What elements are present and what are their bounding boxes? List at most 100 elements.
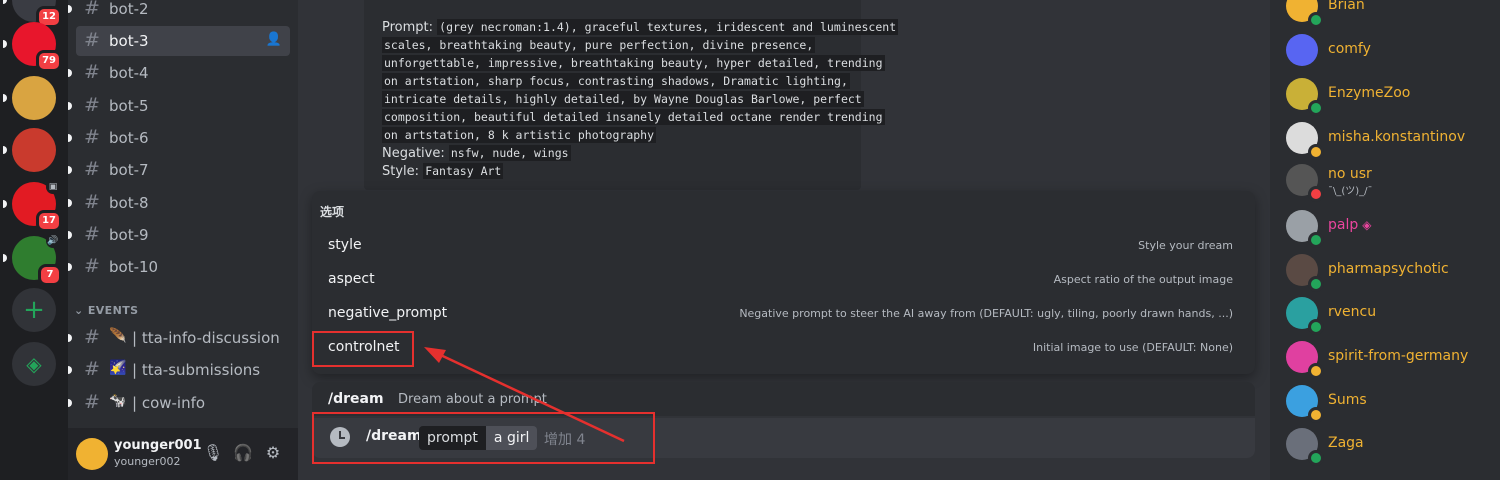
member-no-usr[interactable]: no usr ¯\_(ツ)_/¯ bbox=[1278, 160, 1492, 202]
channel-tta-submissions[interactable]: # 🌠 | tta-submissions bbox=[68, 355, 290, 385]
bot-embed: Prompt: (grey necroman:1.4), graceful te… bbox=[364, 0, 899, 190]
unread-indicator bbox=[68, 134, 72, 142]
channel-name: | tta-submissions bbox=[132, 361, 261, 379]
option-aspect[interactable]: aspect Aspect ratio of the output image bbox=[312, 263, 1255, 297]
mention-badge: 17 bbox=[36, 210, 62, 232]
plus-icon: + bbox=[23, 295, 45, 325]
channel-bot-6[interactable]: # bot-6 bbox=[68, 123, 290, 153]
channel-bot-5[interactable]: # bot-5 bbox=[68, 91, 290, 121]
channel-tta-info-discussion[interactable]: # 🪶 | tta-info-discussion bbox=[68, 323, 290, 353]
status-online-indicator bbox=[1308, 276, 1324, 292]
channel-cow-info[interactable]: # 🐄 | cow-info bbox=[68, 388, 290, 418]
server-icon-2[interactable]: 79 bbox=[3, 22, 62, 72]
unread-indicator bbox=[68, 102, 72, 110]
member-zaga[interactable]: Zaga bbox=[1278, 424, 1492, 466]
add-server-button[interactable]: + bbox=[12, 288, 56, 332]
hash-icon: # bbox=[84, 326, 100, 348]
server-unread-pip bbox=[3, 254, 7, 262]
style-label: Style: bbox=[382, 164, 420, 179]
server-unread-pip bbox=[3, 0, 7, 4]
option-negative-prompt[interactable]: negative_prompt Negative prompt to steer… bbox=[312, 297, 1255, 331]
member-spirit-from-germany[interactable]: spirit-from-germany bbox=[1278, 337, 1492, 379]
member-name: pharmapsychotic bbox=[1328, 261, 1449, 277]
negative-line: Negative: nsfw, nude, wings bbox=[382, 145, 571, 161]
member-name: no usr bbox=[1328, 166, 1372, 182]
prompt-line: unforgettable, impressive, breathtaking … bbox=[382, 55, 885, 71]
channel-bot-2[interactable]: # bot-2 bbox=[68, 0, 290, 24]
chevron-down-icon: ⌄ bbox=[74, 304, 84, 317]
category-events[interactable]: ⌄ EVENTS bbox=[74, 304, 138, 317]
member-sums[interactable]: Sums bbox=[1278, 381, 1492, 423]
command-name: /dream bbox=[328, 391, 384, 407]
message-input[interactable]: /dream prompt a girl 增加 4 bbox=[312, 412, 1255, 464]
member-name-text: palp bbox=[1328, 217, 1359, 233]
compass-icon: ◈ bbox=[26, 352, 42, 376]
status-online-indicator bbox=[1308, 319, 1324, 335]
channel-sidebar: # bot-2 # bot-3 👤 # bot-4 # bot-5 # bot-… bbox=[68, 0, 298, 480]
option-style[interactable]: style Style your dream bbox=[312, 229, 1255, 263]
server-icon-5[interactable]: ▣ 17 bbox=[3, 180, 62, 232]
server-icon-1[interactable]: 12 bbox=[3, 0, 62, 28]
status-online-indicator bbox=[1308, 100, 1324, 116]
member-palp[interactable]: palp ◈ bbox=[1278, 206, 1492, 248]
prompt-text: unforgettable, impressive, breathtaking … bbox=[382, 55, 885, 71]
member-name: EnzymeZoo bbox=[1328, 85, 1411, 101]
invite-user-icon[interactable]: 👤 bbox=[266, 32, 282, 47]
mention-badge: 7 bbox=[38, 264, 62, 286]
channel-bot-10[interactable]: # bot-10 bbox=[68, 252, 290, 282]
member-name: Zaga bbox=[1328, 435, 1364, 451]
status-online-indicator bbox=[1308, 450, 1324, 466]
unread-indicator bbox=[68, 334, 72, 342]
member-name: comfy bbox=[1328, 41, 1371, 57]
unread-indicator bbox=[68, 231, 72, 239]
user-tag: younger002 bbox=[114, 455, 181, 468]
prompt-text: on artstation, 8 k artistic photography bbox=[382, 127, 657, 143]
member-pharmapsychotic[interactable]: pharmapsychotic bbox=[1278, 250, 1492, 292]
annotation-highlight-box bbox=[312, 331, 414, 367]
style-text: Fantasy Art bbox=[423, 163, 504, 179]
channel-bot-9[interactable]: # bot-9 bbox=[68, 220, 290, 250]
member-comfy[interactable]: comfy bbox=[1278, 30, 1492, 72]
prompt-line: intricate details, highly detailed, by W… bbox=[382, 91, 864, 107]
command-hint[interactable]: /dream Dream about a prompt bbox=[312, 382, 1255, 416]
hash-icon: # bbox=[84, 126, 100, 148]
member-brian[interactable]: Brian bbox=[1278, 0, 1492, 28]
option-description: Style your dream bbox=[1138, 239, 1233, 252]
channel-bot-7[interactable]: # bot-7 bbox=[68, 155, 290, 185]
prompt-line: on artstation, sharp focus, contrasting … bbox=[382, 73, 850, 89]
prompt-text: intricate details, highly detailed, by W… bbox=[382, 91, 864, 107]
member-list: Brian comfy EnzymeZoo misha.konstantinov… bbox=[1270, 0, 1500, 480]
channel-bot-3[interactable]: # bot-3 👤 bbox=[76, 26, 290, 56]
prompt-line: on artstation, 8 k artistic photography bbox=[382, 127, 657, 143]
annotation-highlight-box bbox=[312, 412, 655, 464]
prompt-text: scales, breathtaking beauty, pure perfec… bbox=[382, 37, 816, 53]
prompt-line: Prompt: (grey necroman:1.4), graceful te… bbox=[382, 19, 899, 35]
member-misha-konstantinov[interactable]: misha.konstantinov bbox=[1278, 118, 1492, 160]
channel-bot-8[interactable]: # bot-8 bbox=[68, 188, 290, 218]
prompt-label: Prompt: bbox=[382, 20, 434, 35]
gear-icon[interactable]: ⚙ bbox=[262, 442, 284, 464]
hash-icon: # bbox=[84, 223, 100, 245]
unread-indicator bbox=[68, 399, 72, 407]
status-idle-indicator bbox=[1308, 407, 1324, 423]
avatar bbox=[1286, 34, 1318, 66]
channel-bot-4[interactable]: # bot-4 bbox=[68, 58, 290, 88]
server-icon-6[interactable]: 🔊 7 bbox=[3, 234, 62, 286]
avatar[interactable] bbox=[76, 438, 108, 470]
status-dnd-indicator bbox=[1308, 186, 1324, 202]
unread-indicator bbox=[68, 366, 72, 374]
command-description: Dream about a prompt bbox=[398, 392, 547, 407]
explore-servers-button[interactable]: ◈ bbox=[12, 342, 56, 386]
option-controlnet[interactable]: controlnet Initial image to use (DEFAULT… bbox=[312, 331, 1255, 365]
unread-indicator bbox=[68, 166, 72, 174]
option-description: Aspect ratio of the output image bbox=[1053, 273, 1233, 286]
prompt-text: on artstation, sharp focus, contrasting … bbox=[382, 73, 850, 89]
member-rvencu[interactable]: rvencu bbox=[1278, 293, 1492, 335]
channel-name: bot-8 bbox=[109, 194, 149, 212]
microphone-icon[interactable]: 🎙 bbox=[202, 442, 224, 464]
server-icon-4[interactable] bbox=[3, 128, 56, 172]
server-icon-3[interactable] bbox=[3, 76, 56, 120]
headphones-icon[interactable]: 🎧 bbox=[232, 442, 254, 464]
member-enzymezoo[interactable]: EnzymeZoo bbox=[1278, 74, 1492, 116]
prompt-text: composition, beautiful detailed insanely… bbox=[382, 109, 885, 125]
